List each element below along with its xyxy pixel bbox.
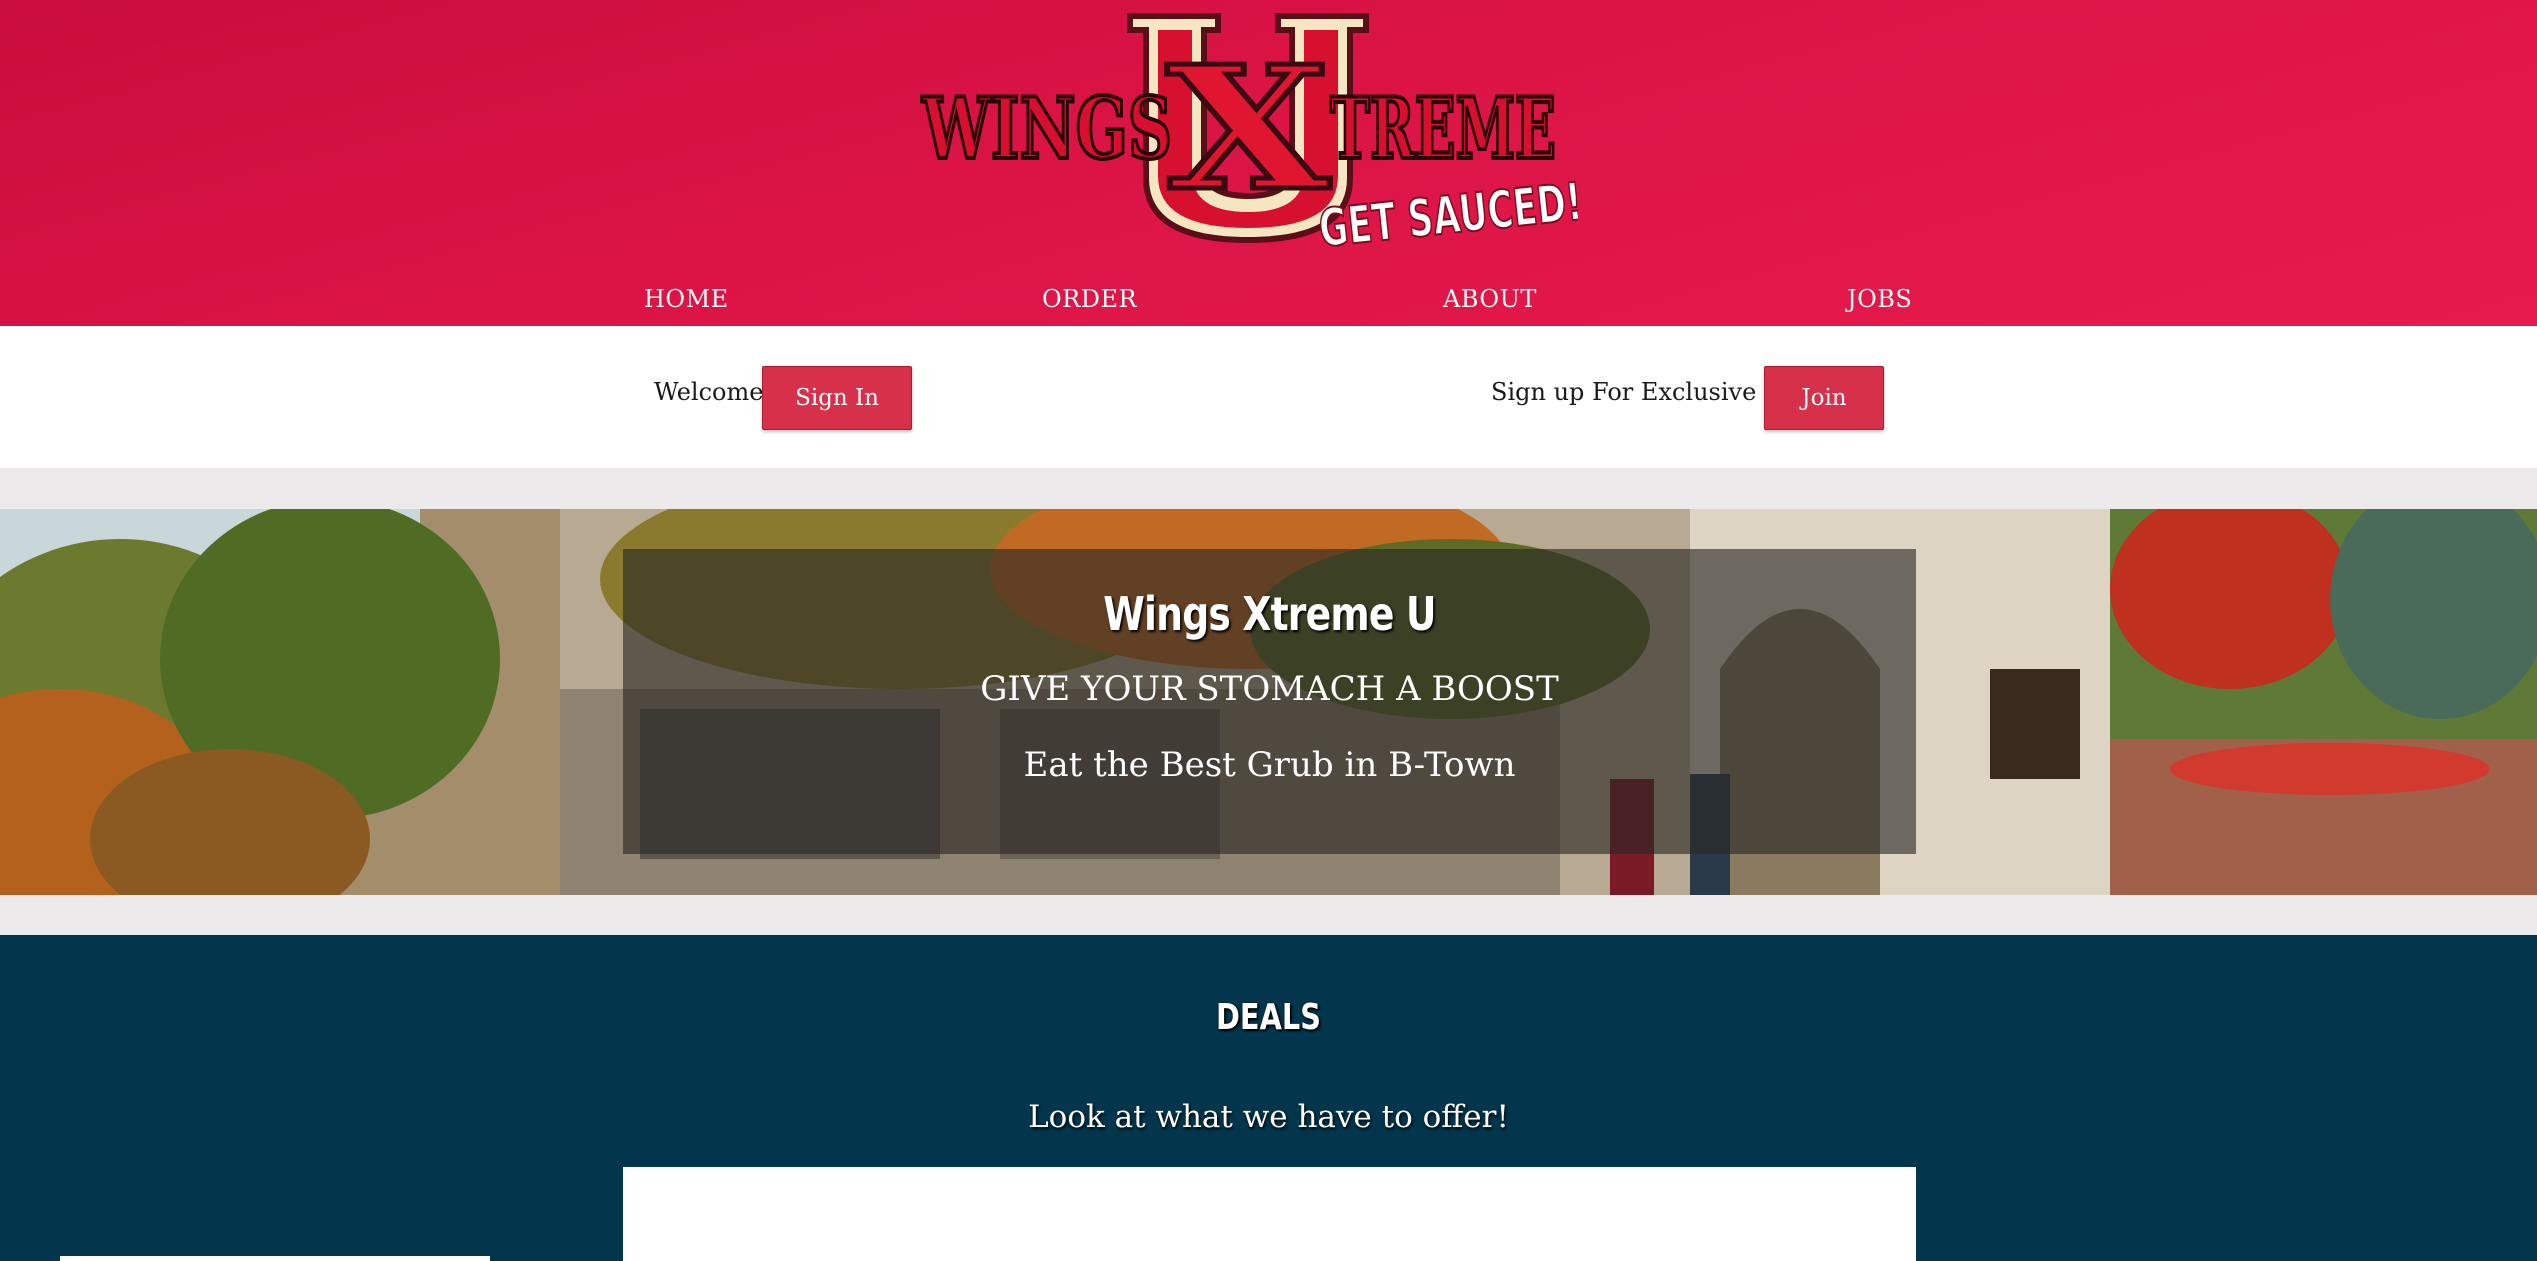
nav-order-link[interactable]: ORDER (1042, 285, 1137, 313)
deals-heading: DEALS (1216, 997, 1321, 1038)
hero-title: Wings Xtreme U (1103, 587, 1436, 641)
hero-subtagline: Eat the Best Grub in B-Town (1023, 745, 1516, 785)
hero-tagline: GIVE YOUR STOMACH A BOOST (980, 669, 1559, 709)
bottom-left-strip (60, 1256, 490, 1261)
welcome-bar: Welcome! Sign In Sign up For Exclusive D… (0, 326, 2537, 468)
svg-text:TREME: TREME (1330, 79, 1556, 178)
deals-section: DEALS Look at what we have to offer! (0, 935, 2537, 1261)
sign-in-button[interactable]: Sign In (762, 366, 912, 430)
site-header: WINGS TREME X GET SAUCED! HOME ORDER ABO… (0, 0, 2537, 326)
deals-subheading: Look at what we have to offer! (1028, 1099, 1509, 1135)
svg-text:WINGS: WINGS (921, 79, 1172, 178)
nav-about-link[interactable]: ABOUT (1443, 285, 1537, 313)
nav-jobs-link[interactable]: JOBS (1847, 285, 1912, 313)
nav-home-link[interactable]: HOME (644, 285, 729, 313)
deals-content-panel (623, 1167, 1916, 1261)
svg-text:GET SAUCED!: GET SAUCED! (1316, 172, 1578, 250)
main-nav: HOME ORDER ABOUT JOBS (0, 285, 2537, 321)
hero-banner: Wings Xtreme U GIVE YOUR STOMACH A BOOST… (0, 509, 2537, 895)
svg-text:X: X (1166, 29, 1330, 229)
hero-text-overlay: Wings Xtreme U GIVE YOUR STOMACH A BOOST… (623, 549, 1916, 854)
welcome-text: Welcome! (654, 378, 774, 406)
join-button[interactable]: Join (1764, 366, 1884, 430)
wings-xtreme-u-logo[interactable]: WINGS TREME X GET SAUCED! (918, 8, 1578, 250)
